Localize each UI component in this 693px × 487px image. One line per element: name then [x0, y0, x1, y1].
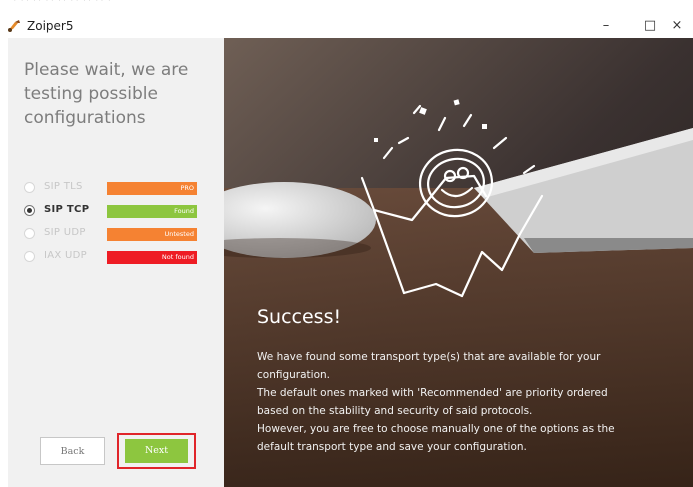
protocol-label: SIP UDP — [44, 227, 86, 238]
success-heading: Success! — [257, 306, 342, 328]
protocol-row[interactable]: SIP TLS PRO — [20, 180, 210, 196]
radio-button[interactable] — [24, 251, 35, 262]
right-panel: Success! We have found some transport ty… — [224, 38, 693, 487]
status-badge: Not found — [107, 251, 197, 264]
next-button[interactable]: Next — [125, 439, 188, 463]
status-badge: Untested — [107, 228, 197, 241]
status-badge: Found — [107, 205, 197, 218]
success-description: We have found some transport type(s) tha… — [257, 348, 637, 456]
page-heading: Please wait, we are testing possible con… — [24, 60, 189, 128]
title-bar: Zoiper5 – □ × — [0, 14, 693, 38]
next-button-highlight: Next — [117, 433, 196, 469]
description-text: We have found some transport type(s) tha… — [257, 351, 615, 453]
radio-button[interactable] — [24, 205, 35, 216]
protocol-row[interactable]: IAX UDP Not found — [20, 249, 210, 265]
status-badge: PRO — [107, 182, 197, 195]
protocol-row[interactable]: SIP TCP Found — [20, 203, 210, 219]
protocol-label: SIP TCP — [44, 204, 90, 215]
protocol-label: SIP TLS — [44, 181, 83, 192]
protocol-row[interactable]: SIP UDP Untested — [20, 226, 210, 242]
protocol-label: IAX UDP — [44, 250, 87, 261]
back-button[interactable]: Back — [40, 437, 105, 465]
window-title: Zoiper5 — [27, 19, 74, 33]
cutoff-text: ꟷ ꟷ ꟷ ꟷ ꟷ ꟷ ꟷ ꟷ — [0, 0, 693, 14]
radio-button[interactable] — [24, 182, 35, 193]
radio-button[interactable] — [24, 228, 35, 239]
close-button[interactable]: × — [661, 14, 693, 38]
zoiper-logo-icon — [8, 20, 20, 32]
minimize-button[interactable]: – — [584, 14, 628, 38]
